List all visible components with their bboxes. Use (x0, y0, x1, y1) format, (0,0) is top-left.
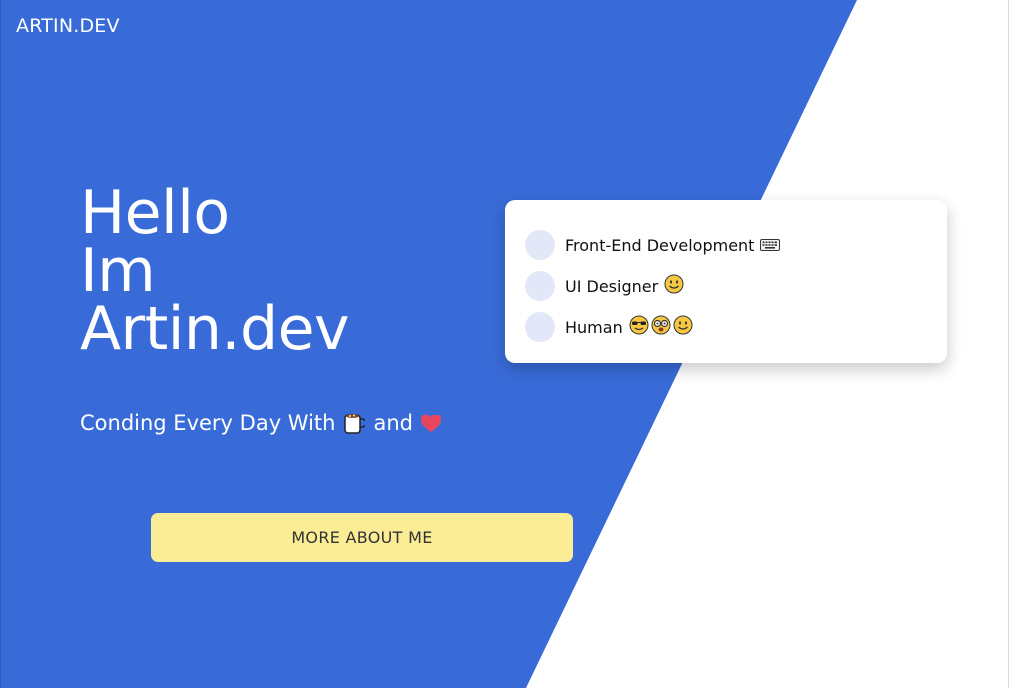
skill-item-human: Human (525, 312, 693, 342)
tagline-and: and (373, 411, 413, 435)
skill-label-human: Human (565, 317, 623, 337)
skill-item-ui: UI Designer (525, 271, 684, 301)
heart-icon (420, 413, 442, 432)
tagline-prefix: Conding Every Day With (80, 411, 336, 435)
skill-dot (525, 312, 555, 342)
coffee-mug-icon (343, 411, 368, 435)
skills-card: Front-End Development UI Designer Human (505, 200, 947, 363)
hero-line-im: Im (80, 236, 156, 306)
hero-line-name: Artin.dev (80, 294, 350, 364)
brand-logo[interactable]: ARTIN.DEV (16, 15, 120, 37)
tagline: Conding Every Day With and (80, 411, 442, 435)
skill-dot (525, 230, 555, 260)
sunglasses-face-icon (629, 315, 649, 339)
more-about-me-button[interactable]: MORE ABOUT ME (151, 513, 573, 562)
left-edge (0, 0, 1, 688)
nerd-face-icon (651, 315, 671, 339)
skill-label-frontend: Front-End Development (565, 235, 755, 255)
skill-label-ui: UI Designer (565, 276, 659, 296)
hero-title: Hello Im Artin.dev (80, 178, 350, 364)
keyboard-icon (760, 236, 781, 255)
smiley-icon (673, 315, 693, 339)
hero-line-hello: Hello (80, 178, 230, 248)
skill-dot (525, 271, 555, 301)
skill-item-frontend: Front-End Development (525, 230, 781, 260)
smiley-icon (664, 274, 684, 298)
